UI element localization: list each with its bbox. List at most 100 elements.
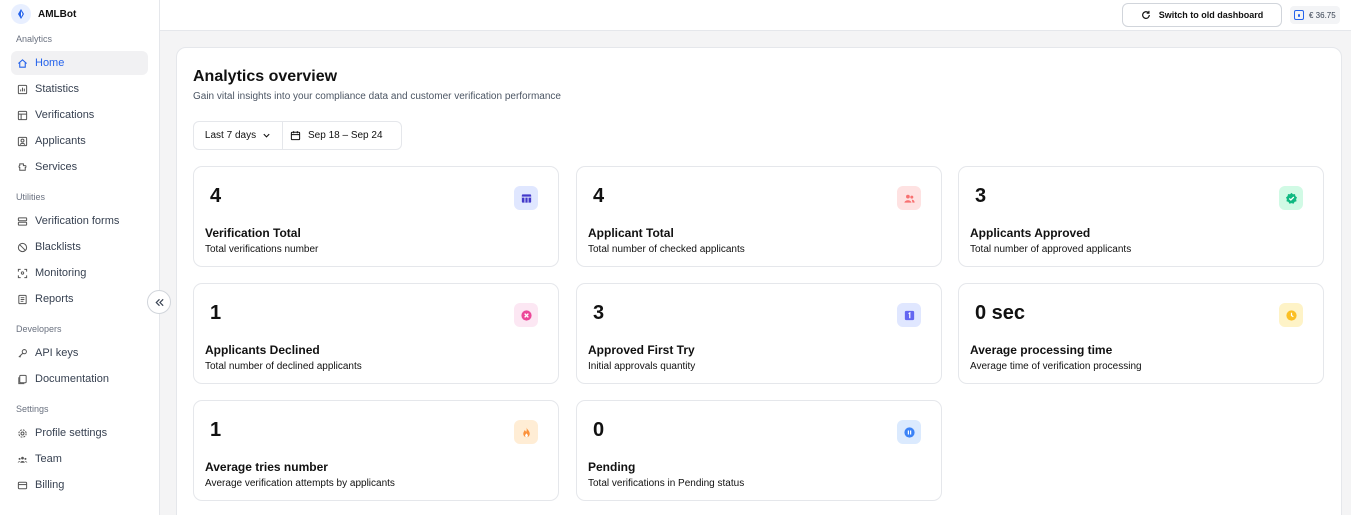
forms-icon xyxy=(17,216,28,226)
stat-value: 1 xyxy=(210,302,222,324)
sidebar-item-label: API keys xyxy=(35,347,79,359)
sidebar-item-monitoring[interactable]: Monitoring xyxy=(11,261,148,285)
reports-icon xyxy=(18,294,27,304)
brand-name: AMLBot xyxy=(38,8,77,20)
top-bar: Switch to old dashboard € 36.75 xyxy=(160,0,1351,31)
sidebar-item-label: Applicants xyxy=(35,135,86,147)
verifications-icon xyxy=(17,110,28,120)
blacklist-icon xyxy=(17,242,28,252)
stat-label: Average processing time xyxy=(970,343,1113,357)
switch-old-dashboard-button[interactable]: Switch to old dashboard xyxy=(1122,3,1282,27)
chevron-down-icon xyxy=(263,133,270,138)
sidebar-item-label: Billing xyxy=(35,479,65,491)
sidebar-item-label: Home xyxy=(35,57,65,69)
docs-icon xyxy=(18,374,27,384)
gear-icon xyxy=(18,428,27,438)
sidebar-item-blacklists[interactable]: Blacklists xyxy=(11,235,148,259)
sidebar-item-label: Monitoring xyxy=(35,267,87,279)
collapse-sidebar-button[interactable] xyxy=(147,290,171,314)
sidebar-item-reports[interactable]: Reports xyxy=(11,287,148,311)
stat-card-pending: 0 Pending Total verifications in Pending… xyxy=(576,400,942,501)
stat-card-average-tries: 1 Average tries number Average verificat… xyxy=(193,400,559,501)
sidebar-item-home[interactable]: Home xyxy=(11,51,148,75)
stat-card-applicants-approved: 3 Applicants Approved Total number of ap… xyxy=(958,166,1324,267)
stat-label: Approved First Try xyxy=(588,343,695,357)
sidebar-item-label: Services xyxy=(35,161,78,173)
brand[interactable]: AMLBot xyxy=(11,4,76,24)
section-label-developers: Developers xyxy=(16,324,62,334)
check-badge-icon xyxy=(1279,186,1303,210)
stat-card-applicants-declined: 1 Applicants Declined Total number of de… xyxy=(193,283,559,384)
key-icon xyxy=(18,348,27,358)
stat-label: Pending xyxy=(588,460,636,474)
sidebar-item-profile-settings[interactable]: Profile settings xyxy=(11,421,148,445)
monitoring-icon xyxy=(17,268,28,278)
section-label-analytics: Analytics xyxy=(16,34,53,44)
sidebar-item-label: Reports xyxy=(35,293,74,305)
stat-label: Applicant Total xyxy=(588,226,674,240)
services-icon xyxy=(18,162,27,171)
stat-card-applicant-total: 4 Applicant Total Total number of checke… xyxy=(576,166,942,267)
applicants-icon xyxy=(17,136,28,146)
x-circle-icon xyxy=(514,303,538,327)
flame-icon xyxy=(514,420,538,444)
number-one-icon xyxy=(897,303,921,327)
sidebar-item-statistics[interactable]: Statistics xyxy=(11,77,148,101)
stat-value: 4 xyxy=(593,185,605,207)
date-range-text: Sep 18 – Sep 24 xyxy=(308,130,383,141)
table-icon xyxy=(514,186,538,210)
stat-value: 4 xyxy=(210,185,222,207)
sidebar-item-services[interactable]: Services xyxy=(11,155,148,179)
refresh-icon xyxy=(1141,10,1150,19)
balance-badge[interactable]: € 36.75 xyxy=(1290,6,1340,24)
date-range-value: Last 7 days xyxy=(204,130,257,141)
pause-circle-icon xyxy=(897,420,921,444)
stat-value: 3 xyxy=(593,302,605,324)
page-title: Analytics overview xyxy=(193,68,338,85)
sidebar-item-label: Verifications xyxy=(35,109,95,121)
sidebar: AMLBot Analytics Home Statistics Verific… xyxy=(0,0,160,515)
stat-value: 3 xyxy=(975,185,987,207)
clock-icon xyxy=(1279,303,1303,327)
stat-description: Total verifications number xyxy=(205,244,319,255)
stat-description: Total verifications in Pending status xyxy=(588,478,745,489)
stat-value: 0 sec xyxy=(975,302,1026,324)
stat-description: Total number of approved applicants xyxy=(970,244,1132,255)
stat-description: Total number of declined applicants xyxy=(205,361,362,372)
stat-label: Verification Total xyxy=(205,226,301,240)
chevrons-left-icon xyxy=(154,298,164,306)
date-range-select[interactable]: Last 7 days xyxy=(194,122,283,149)
stat-value: 1 xyxy=(210,419,222,441)
sidebar-item-team[interactable]: Team xyxy=(11,447,148,471)
sidebar-item-billing[interactable]: Billing xyxy=(11,473,148,497)
section-label-settings: Settings xyxy=(16,404,49,414)
sidebar-item-label: Team xyxy=(35,453,62,465)
calendar-icon xyxy=(290,131,301,141)
sidebar-item-verification-forms[interactable]: Verification forms xyxy=(11,209,148,233)
wallet-icon xyxy=(1294,10,1304,20)
stat-description: Average time of verification processing xyxy=(970,361,1142,372)
statistics-icon xyxy=(17,84,28,94)
sidebar-item-documentation[interactable]: Documentation xyxy=(11,367,148,391)
stat-description: Average verification attempts by applica… xyxy=(205,478,395,489)
sidebar-item-label: Documentation xyxy=(35,373,109,385)
stat-value: 0 xyxy=(593,419,605,441)
analytics-panel: Analytics overview Gain vital insights i… xyxy=(176,47,1342,515)
stat-card-average-processing-time: 0 sec Average processing time Average ti… xyxy=(958,283,1324,384)
balance-amount: € 36.75 xyxy=(1309,10,1336,20)
stat-description: Initial approvals quantity xyxy=(588,361,696,372)
sidebar-item-applicants[interactable]: Applicants xyxy=(11,129,148,153)
sidebar-item-api-keys[interactable]: API keys xyxy=(11,341,148,365)
stat-label: Applicants Approved xyxy=(970,226,1091,240)
date-picker[interactable]: Sep 18 – Sep 24 xyxy=(283,122,401,149)
sidebar-item-verifications[interactable]: Verifications xyxy=(11,103,148,127)
amlbot-logo-icon xyxy=(11,4,31,24)
stat-label: Applicants Declined xyxy=(205,343,320,357)
team-icon xyxy=(17,456,28,463)
stat-card-approved-first-try: 3 Approved First Try Initial approvals q… xyxy=(576,283,942,384)
users-icon xyxy=(897,186,921,210)
stat-description: Total number of checked applicants xyxy=(588,244,745,255)
stat-label: Average tries number xyxy=(205,460,328,474)
sidebar-item-label: Blacklists xyxy=(35,241,81,253)
page-subtitle: Gain vital insights into your compliance… xyxy=(193,91,561,102)
